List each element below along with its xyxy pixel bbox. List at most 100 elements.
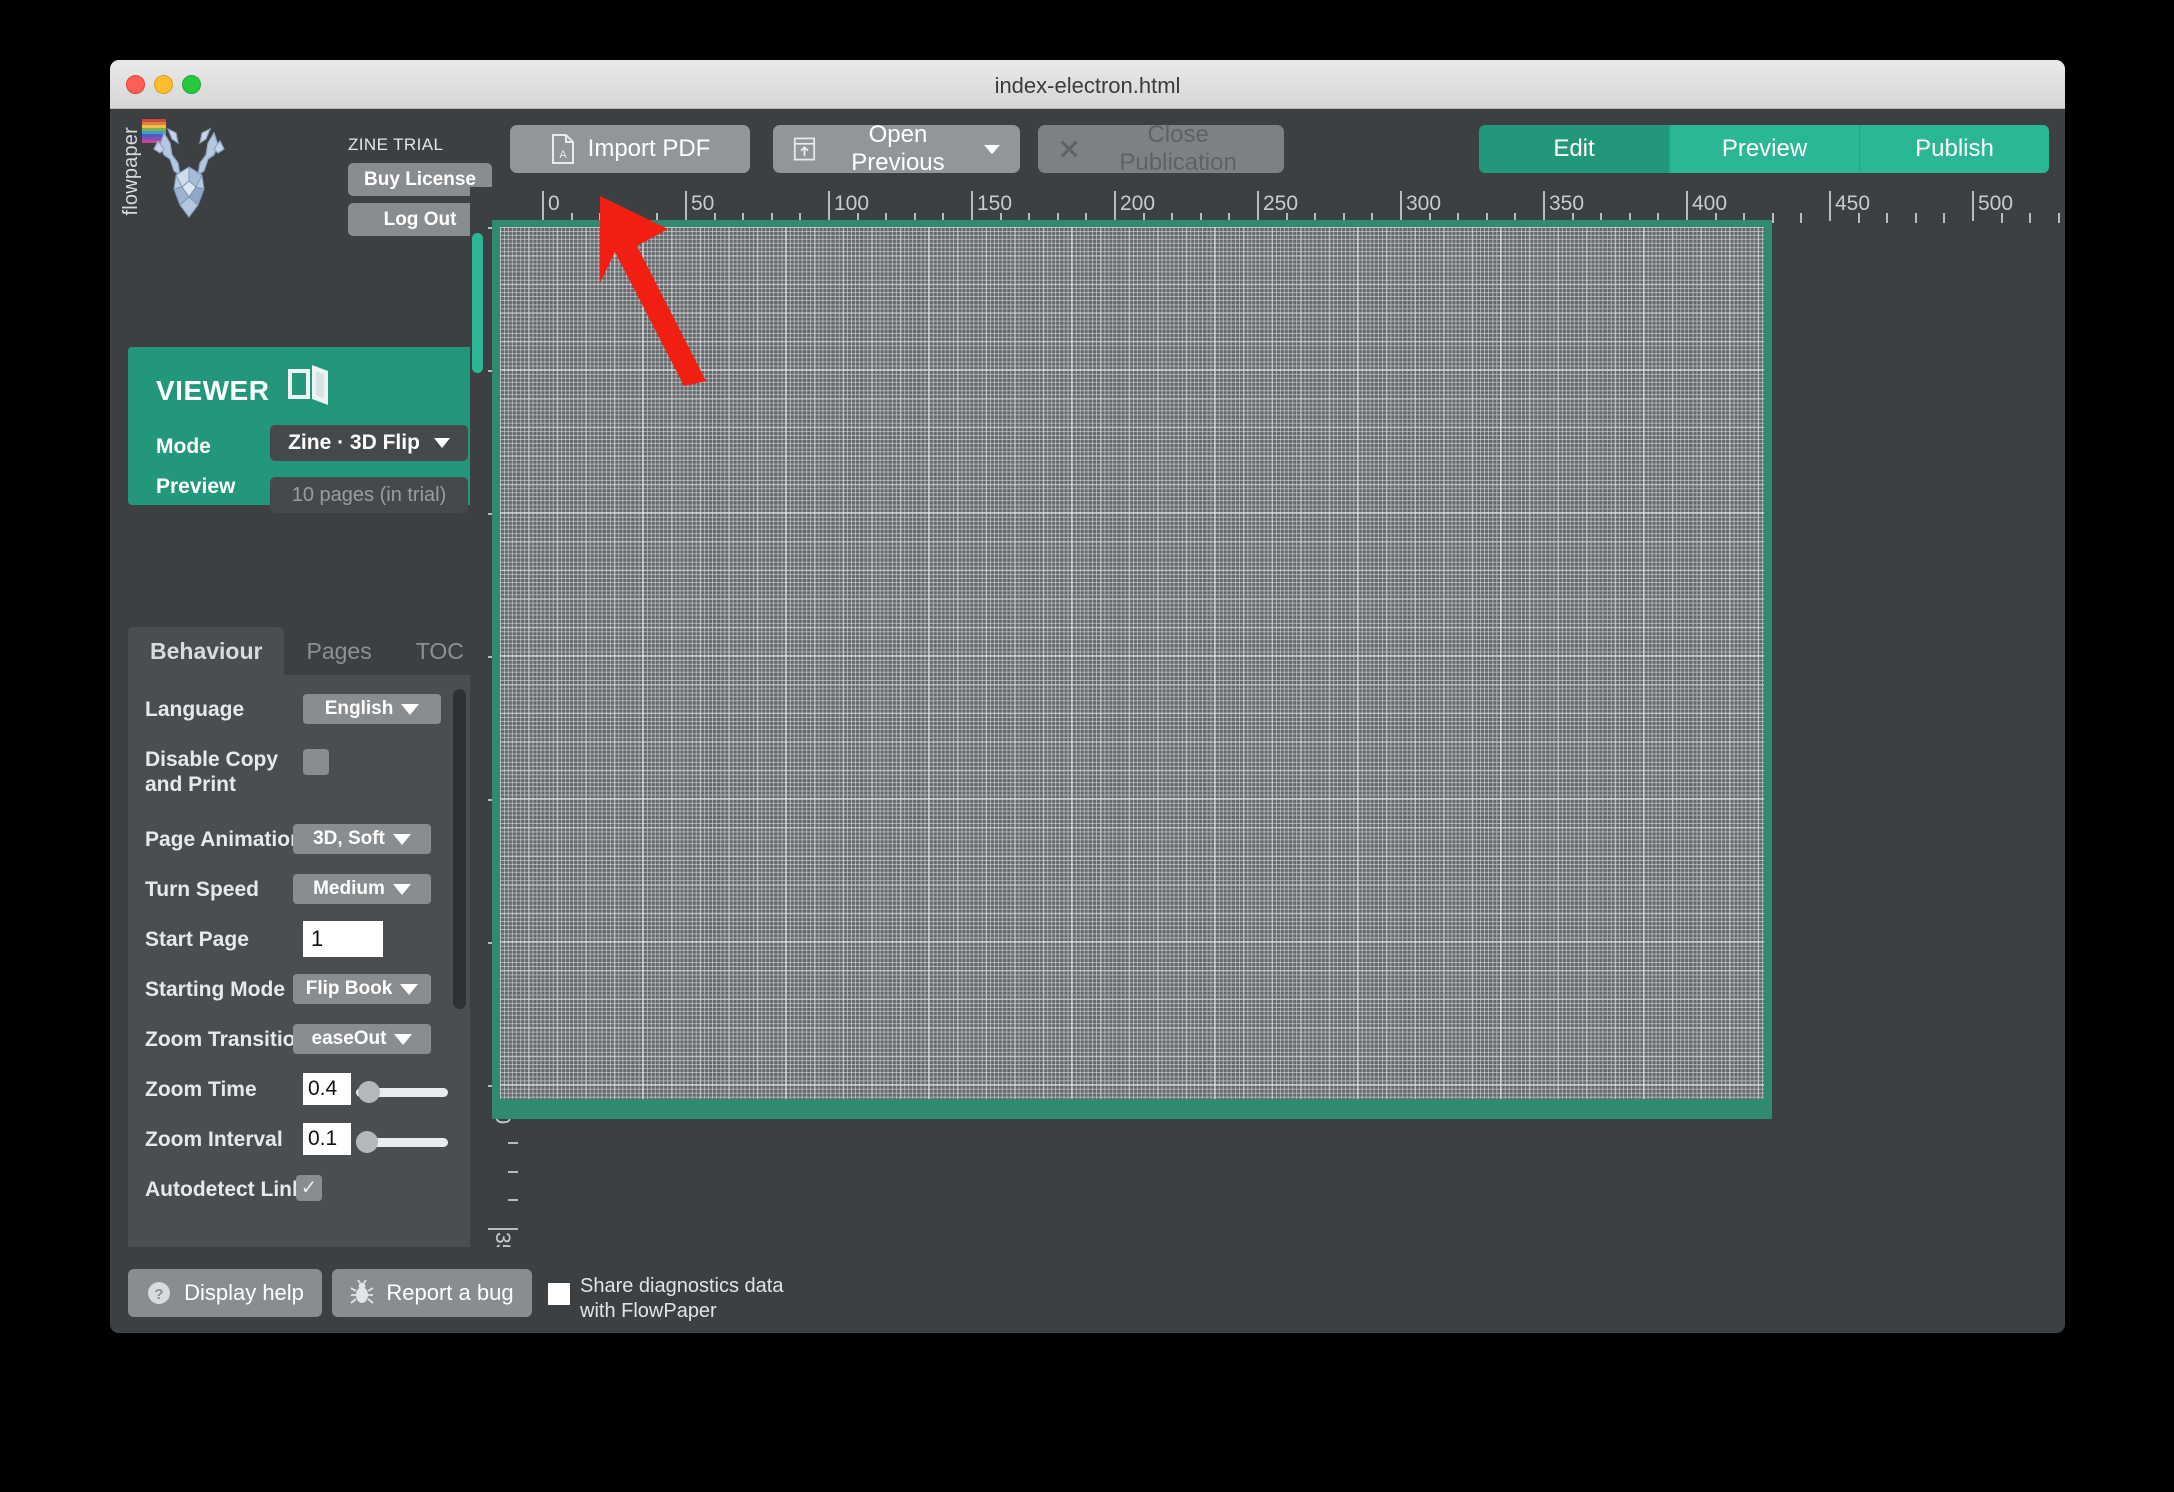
autodetect-links-label: Autodetect Links bbox=[145, 1178, 316, 1201]
ruler-minor-tick bbox=[2029, 213, 2032, 223]
zoom-time-input[interactable] bbox=[303, 1073, 351, 1105]
tab-preview[interactable]: Preview bbox=[1669, 125, 1859, 173]
chevron-down-icon bbox=[392, 883, 411, 895]
ruler-minor-tick bbox=[508, 1199, 518, 1202]
page-animation-label: Page Animation bbox=[145, 828, 303, 851]
ruler-label: 400 bbox=[1692, 192, 1728, 215]
chevron-down-icon bbox=[401, 703, 420, 715]
close-x-icon bbox=[1060, 140, 1078, 158]
viewer-preview-button[interactable]: 10 pages (in trial) bbox=[270, 477, 468, 513]
svg-text:A: A bbox=[559, 149, 567, 161]
ruler-major-tick bbox=[685, 191, 687, 221]
top-toolbar: flowpaper ZINE TRIAL Buy License Log Out… bbox=[110, 109, 2065, 236]
viewer-mode-select[interactable]: Zine · 3D Flip bbox=[270, 425, 468, 461]
tab-pages[interactable]: Pages bbox=[284, 627, 393, 675]
ruler-label: 0 bbox=[548, 192, 560, 215]
slider-knob[interactable] bbox=[356, 1131, 378, 1153]
language-value: English bbox=[324, 698, 394, 719]
behaviour-settings-list: Language English Disable Copy and Print bbox=[128, 675, 480, 1271]
ruler-minor-tick bbox=[2000, 213, 2003, 223]
ruler-major-tick bbox=[542, 191, 544, 221]
slider-knob[interactable] bbox=[358, 1081, 380, 1103]
turn-speed-value: Medium bbox=[313, 878, 385, 899]
ruler-major-tick bbox=[1400, 191, 1402, 221]
ruler-label: 150 bbox=[977, 192, 1013, 215]
zoom-interval-label: Zoom Interval bbox=[145, 1128, 283, 1151]
ruler-major-tick bbox=[828, 191, 830, 221]
chevron-down-icon bbox=[400, 983, 419, 995]
turn-speed-select[interactable]: Medium bbox=[293, 874, 431, 904]
ruler-major-tick bbox=[971, 191, 973, 221]
app-window: index-electron.html flowpaper ZINE TRIAL… bbox=[110, 60, 2065, 1333]
ruler-minor-tick bbox=[1886, 213, 1889, 223]
disable-copy-checkbox[interactable] bbox=[303, 749, 329, 775]
zoom-time-label: Zoom Time bbox=[145, 1078, 257, 1101]
svg-text:?: ? bbox=[154, 1286, 163, 1303]
ruler-minor-tick bbox=[1771, 213, 1774, 223]
tab-publish[interactable]: Publish bbox=[1859, 125, 2049, 173]
page-animation-select[interactable]: 3D, Soft bbox=[293, 824, 431, 854]
chevron-down-icon[interactable] bbox=[984, 144, 1000, 154]
left-settings-panel: VIEWER Mode Zine · 3D Flip Preview 10 pa… bbox=[110, 187, 480, 1333]
viewer-preview-label: Preview bbox=[156, 475, 236, 498]
bottom-status-bar: ? Display help Report a bug Share diagno… bbox=[110, 1247, 2065, 1333]
zoom-transition-select[interactable]: easeOut bbox=[293, 1024, 431, 1054]
zoom-interval-slider[interactable] bbox=[356, 1131, 448, 1153]
ruler-minor-tick bbox=[1914, 213, 1917, 223]
report-bug-button[interactable]: Report a bug bbox=[332, 1269, 532, 1317]
ruler-label: 200 bbox=[1120, 192, 1156, 215]
close-publication-button[interactable]: Close Publication bbox=[1038, 121, 1284, 176]
starting-mode-label: Starting Mode bbox=[145, 978, 285, 1001]
canvas-vertical-scrollbar[interactable] bbox=[472, 233, 483, 373]
canvas-grid bbox=[500, 227, 1764, 1099]
turn-speed-label: Turn Speed bbox=[145, 878, 259, 901]
open-window-icon bbox=[793, 137, 816, 161]
ruler-label: 300 bbox=[1406, 192, 1442, 215]
display-help-button[interactable]: ? Display help bbox=[128, 1269, 322, 1317]
zoom-interval-input[interactable] bbox=[303, 1123, 351, 1155]
import-pdf-label: Import PDF bbox=[587, 135, 711, 162]
ruler-label: 450 bbox=[1835, 192, 1871, 215]
chevron-down-icon bbox=[392, 833, 411, 845]
ruler-minor-tick bbox=[2057, 213, 2060, 223]
app-body: flowpaper ZINE TRIAL Buy License Log Out… bbox=[110, 109, 2065, 1333]
window-title: index-electron.html bbox=[994, 73, 1181, 98]
setting-row-disable-copy: Disable Copy and Print bbox=[128, 747, 480, 817]
settings-tab-bar: Behaviour Pages TOC bbox=[128, 627, 480, 675]
settings-scrollbar[interactable] bbox=[453, 689, 466, 1009]
ruler-major-tick bbox=[1829, 191, 1831, 221]
open-previous-label: Open Previous bbox=[851, 121, 945, 176]
share-diagnostics-checkbox[interactable] bbox=[548, 1283, 570, 1305]
ruler-major-tick bbox=[1114, 191, 1116, 221]
ruler-major-tick bbox=[1972, 191, 1974, 221]
zoom-transition-value: easeOut bbox=[311, 1028, 387, 1049]
language-select[interactable]: English bbox=[303, 694, 441, 724]
canvas-area: 05010015020025030035040045050055 0501001… bbox=[470, 187, 2065, 1247]
book-flip-icon bbox=[288, 365, 328, 405]
view-mode-switch: Edit Preview Publish bbox=[1479, 125, 2049, 173]
close-publication-label: Close Publication bbox=[1119, 121, 1237, 176]
ruler-label: 500 bbox=[1978, 192, 2014, 215]
chevron-down-icon bbox=[394, 1033, 413, 1045]
start-page-label: Start Page bbox=[145, 928, 249, 951]
starting-mode-select[interactable]: Flip Book bbox=[293, 974, 431, 1004]
window-titlebar: index-electron.html bbox=[110, 60, 2065, 109]
ruler-major-tick bbox=[1686, 191, 1688, 221]
import-pdf-button[interactable]: A Import PDF bbox=[510, 125, 750, 173]
question-mark-icon: ? bbox=[148, 1282, 171, 1304]
language-label: Language bbox=[145, 698, 245, 721]
ruler-label: 250 bbox=[1263, 192, 1299, 215]
disable-copy-label: Disable Copy and Print bbox=[145, 748, 279, 796]
setting-row-autodetect-links: Autodetect Links ✓ bbox=[128, 1175, 480, 1247]
report-bug-label: Report a bug bbox=[386, 1280, 514, 1305]
viewer-mode-label: Mode bbox=[156, 435, 211, 458]
ruler-label: 50 bbox=[691, 192, 715, 215]
start-page-input[interactable] bbox=[303, 921, 383, 957]
zoom-time-slider[interactable] bbox=[356, 1081, 448, 1103]
tab-edit[interactable]: Edit bbox=[1479, 125, 1669, 173]
tab-behaviour[interactable]: Behaviour bbox=[128, 627, 285, 675]
open-previous-button[interactable]: Open Previous bbox=[773, 121, 1020, 176]
publication-canvas[interactable] bbox=[492, 227, 1772, 1107]
autodetect-links-checkbox[interactable]: ✓ bbox=[296, 1175, 322, 1201]
ruler-label: 100 bbox=[834, 192, 870, 215]
